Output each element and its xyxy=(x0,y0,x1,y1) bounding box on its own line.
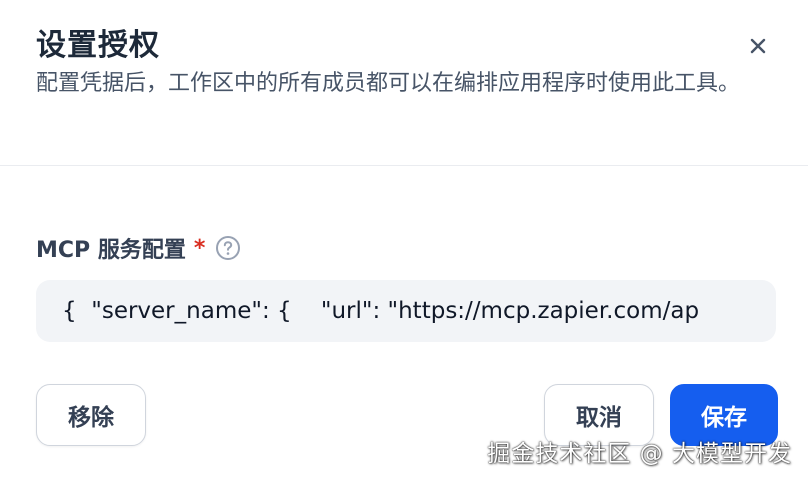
mcp-config-label: MCP 服务配置 xyxy=(36,238,186,263)
required-mark: * xyxy=(193,235,206,261)
authorization-dialog: 设置授权 配置凭据后，工作区中的所有成员都可以在编排应用程序时使用此工具。 MC… xyxy=(0,0,808,482)
close-button[interactable] xyxy=(744,32,772,60)
question-circle-icon[interactable] xyxy=(215,235,241,261)
watermark-text: 掘金技术社区 @ 大模型开发 xyxy=(487,441,792,467)
dialog-description: 配置凭据后，工作区中的所有成员都可以在编排应用程序时使用此工具。 xyxy=(36,71,741,96)
dialog-header: 设置授权 配置凭据后，工作区中的所有成员都可以在编排应用程序时使用此工具。 xyxy=(0,0,808,166)
close-icon xyxy=(750,38,766,54)
mcp-config-input[interactable] xyxy=(36,280,776,342)
mcp-config-label-row: MCP 服务配置 * xyxy=(36,230,241,266)
remove-button[interactable]: 移除 xyxy=(36,384,146,446)
dialog-title: 设置授权 xyxy=(36,28,160,63)
